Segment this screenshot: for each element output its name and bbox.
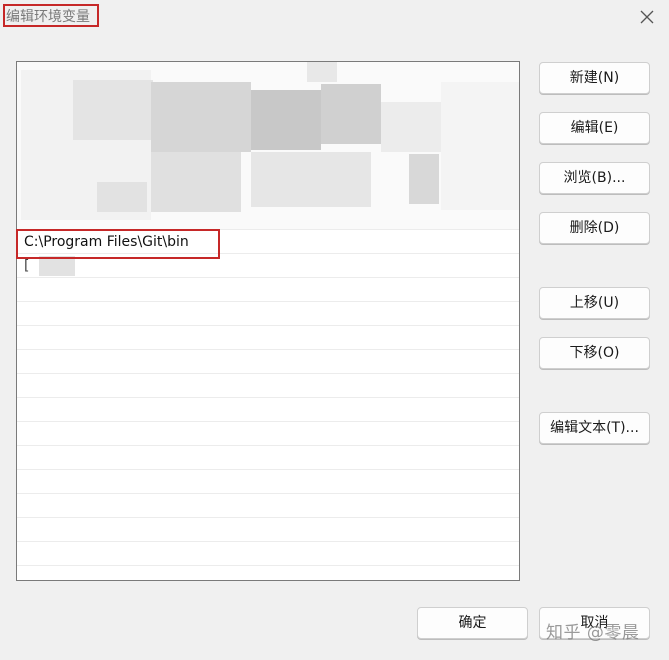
list-item[interactable] — [17, 278, 519, 302]
move-down-button[interactable]: 下移(O) — [539, 337, 650, 369]
close-button[interactable] — [636, 6, 658, 28]
delete-button[interactable]: 删除(D) — [539, 212, 650, 244]
new-button[interactable]: 新建(N) — [539, 62, 650, 94]
blurred-entries-region — [17, 62, 519, 230]
ok-button[interactable]: 确定 — [417, 607, 528, 639]
git-bin-highlight-box — [16, 229, 220, 259]
list-item[interactable] — [17, 398, 519, 422]
list-item[interactable] — [17, 206, 519, 230]
list-item[interactable] — [17, 518, 519, 542]
watermark: 知乎 @零晨 — [546, 623, 640, 643]
edit-environment-variable-dialog: 编辑环境变量 C:\Program Files\Git\bin [新建(N) … — [0, 0, 669, 660]
list-item[interactable] — [17, 326, 519, 350]
edit-text-button[interactable]: 编辑文本(T)... — [539, 412, 650, 444]
title-highlight-box — [3, 4, 99, 27]
path-entries-list[interactable]: C:\Program Files\Git\bin [ — [16, 61, 520, 581]
browse-button[interactable]: 浏览(B)... — [539, 162, 650, 194]
list-item[interactable] — [17, 374, 519, 398]
close-icon — [640, 10, 654, 24]
move-up-button[interactable]: 上移(U) — [539, 287, 650, 319]
list-item[interactable] — [17, 350, 519, 374]
list-item[interactable] — [17, 302, 519, 326]
list-item[interactable] — [17, 422, 519, 446]
list-item[interactable] — [17, 542, 519, 566]
list-item[interactable] — [17, 494, 519, 518]
list-item[interactable] — [17, 470, 519, 494]
edit-button[interactable]: 编辑(E) — [539, 112, 650, 144]
list-item[interactable] — [17, 566, 519, 580]
list-item[interactable] — [17, 446, 519, 470]
